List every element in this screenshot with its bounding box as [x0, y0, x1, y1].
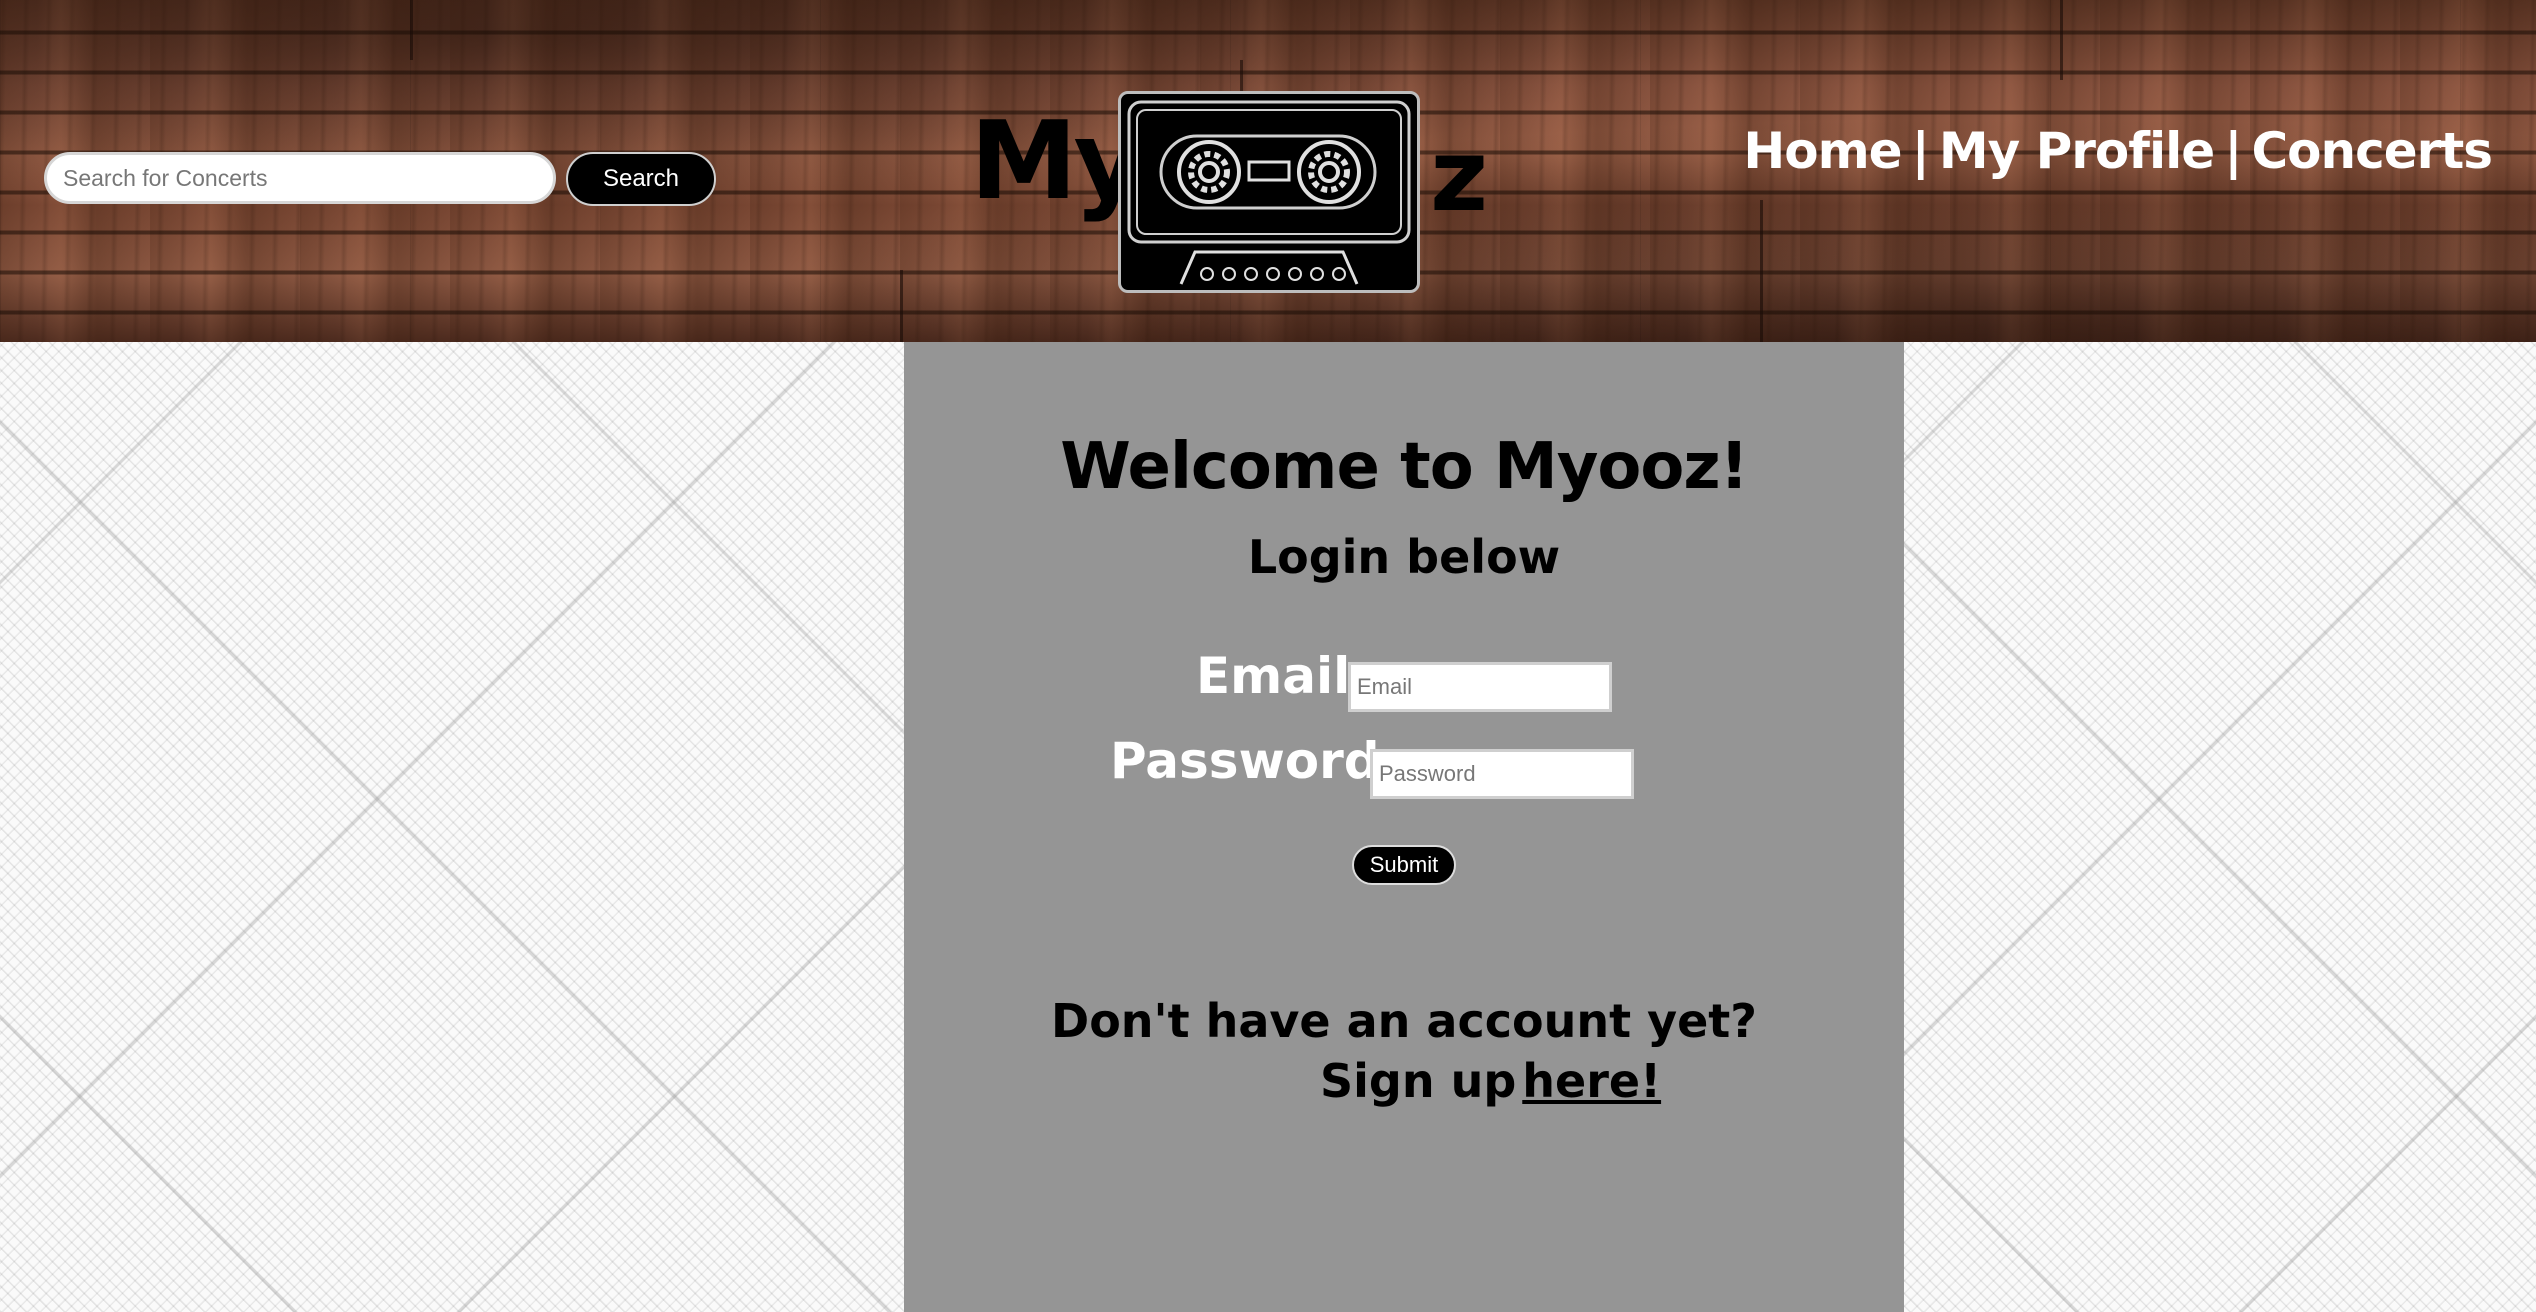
signup-prefix: Sign up — [1320, 1054, 1517, 1108]
page-title: Welcome to Myooz! — [1060, 430, 1749, 504]
nav-separator: | — [1911, 122, 1930, 180]
logo-text-z: z — [1430, 117, 1489, 234]
password-field[interactable] — [1370, 749, 1634, 799]
site-logo[interactable]: My z — [970, 88, 1490, 298]
wood-seam — [2060, 0, 2063, 80]
wood-seam — [1760, 200, 1763, 342]
logo-text-my: My — [970, 99, 1144, 224]
signup-line: Sign up here! — [1320, 1054, 1661, 1108]
wood-seam — [410, 0, 413, 60]
password-label: Password: — [1110, 732, 1400, 790]
nav-my-profile-link[interactable]: My Profile — [1939, 122, 2215, 180]
search-button[interactable]: Search — [566, 152, 716, 206]
email-field[interactable] — [1348, 662, 1612, 712]
no-account-text: Don't have an account yet? — [1051, 994, 1757, 1048]
login-panel: Welcome to Myooz! Login below Email: Pas… — [904, 342, 1904, 1312]
search-input[interactable] — [44, 152, 556, 204]
nav-home-link[interactable]: Home — [1743, 122, 1902, 180]
page-subtitle: Login below — [1247, 530, 1561, 584]
signup-link[interactable]: here! — [1522, 1054, 1661, 1108]
email-label: Email: — [1196, 647, 1371, 705]
main-nav: Home | My Profile | Concerts — [1743, 122, 2493, 180]
nav-separator: | — [2224, 122, 2242, 180]
nav-concerts-link[interactable]: Concerts — [2251, 122, 2493, 180]
wood-seam — [900, 270, 903, 342]
cassette-tape-icon — [1118, 91, 1420, 293]
submit-button[interactable]: Submit — [1352, 845, 1456, 885]
